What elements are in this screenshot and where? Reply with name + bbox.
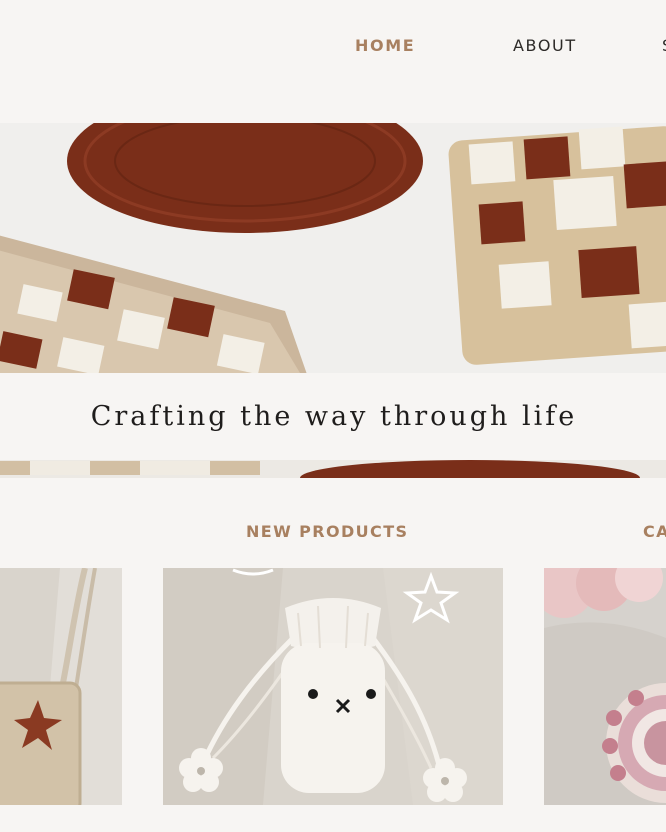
bunny-eye-left: [308, 689, 318, 699]
section-heading-right[interactable]: CA: [643, 522, 666, 541]
bunny-pouch-image: [163, 568, 503, 805]
nav-about-link[interactable]: ABOUT: [513, 36, 577, 55]
right-checkered-square: [448, 126, 666, 365]
product-card-new-products[interactable]: [163, 568, 503, 805]
nav-home-link[interactable]: HOME: [355, 36, 415, 55]
nav-shop-link[interactable]: S: [662, 36, 666, 55]
bunny-eye-right: [366, 689, 376, 699]
flower-coaster-image: [544, 568, 666, 805]
bunny-pouch-body: [281, 643, 385, 793]
section-heading-new-products[interactable]: NEW PRODUCTS: [246, 522, 408, 541]
tagline-band: Crafting the way through life: [0, 373, 666, 460]
hero-tagline: Crafting the way through life: [90, 401, 578, 432]
product-card-left[interactable]: [0, 568, 122, 805]
product-card-right[interactable]: [544, 568, 666, 805]
page: HOME ABOUT S: [0, 0, 666, 832]
crochet-bag-image: [0, 568, 122, 805]
